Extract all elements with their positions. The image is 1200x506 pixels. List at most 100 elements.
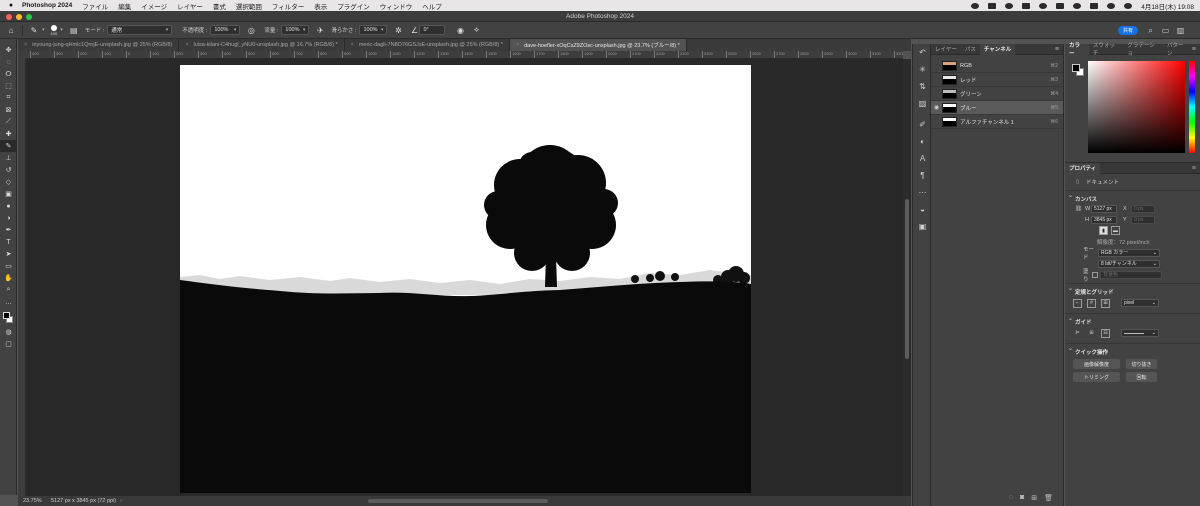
pressure-opacity-icon[interactable]: ◎ [246, 25, 256, 35]
quick-mask-icon[interactable]: ◍ [0, 326, 17, 338]
channel-row-alpha[interactable]: アルファチャンネル 1 ⌘6 [931, 115, 1063, 129]
rulers-grid-section-head[interactable]: 定規とグリッド [1065, 285, 1200, 296]
tab-color[interactable]: カラー [1065, 43, 1089, 57]
panel-menu-icon[interactable]: ≡ [1192, 46, 1196, 53]
close-tab-icon[interactable]: × [516, 42, 519, 48]
airbrush-icon[interactable]: ✈ [315, 25, 325, 35]
character-icon[interactable]: A [913, 150, 932, 167]
eyedropper-tool-icon[interactable]: ⟋ [0, 116, 17, 128]
link-icon[interactable]: ⛓ [1075, 206, 1085, 212]
brush-tool-icon[interactable]: ✎ [0, 140, 17, 152]
doc-tab-active[interactable]: × dave-hoefler-xOqCsZ9ZOsc-unsplash.jpg @… [509, 39, 687, 51]
paths-icon[interactable]: ▣ [913, 218, 932, 235]
search-icon[interactable]: ⌕ [1146, 26, 1155, 35]
chevron-down-icon[interactable]: ▾ [42, 27, 45, 33]
close-tab-icon[interactable]: × [185, 42, 188, 48]
width-input[interactable]: 5127 px [1091, 204, 1117, 213]
channel-row-rgb[interactable]: RGB ⌘2 [931, 59, 1063, 73]
color-picker-field[interactable] [1088, 61, 1185, 153]
menu-image[interactable]: イメージ [141, 1, 167, 11]
load-selection-icon[interactable]: ◌ [1009, 494, 1013, 502]
share-button[interactable]: 共有 [1118, 26, 1138, 35]
horizontal-scrollbar[interactable] [368, 499, 548, 503]
screen-record-icon[interactable] [988, 2, 997, 9]
brush-tool-preset-icon[interactable]: ✎ [29, 25, 39, 35]
eye-icon[interactable]: ◉ [931, 104, 942, 111]
quick-actions-section-head[interactable]: クイック操作 [1065, 345, 1200, 356]
wifi-icon[interactable] [1073, 2, 1082, 9]
app-menu[interactable]: Photoshop 2024 [22, 2, 72, 9]
portrait-orientation-icon[interactable]: ▮ [1099, 226, 1108, 235]
doc-tab[interactable]: × inyoung-jung-qHmlc1QrnjE-unsplash.jpg @… [18, 39, 180, 51]
fill-select[interactable]: 背景色 [1100, 270, 1162, 279]
guide-lock-icon[interactable]: ⊟ [1101, 328, 1110, 338]
mode-select[interactable]: 通常 ▾ [107, 25, 173, 35]
doc-tab[interactable]: × meric-dagli-7N8O76GSJsE-unsplash.jpg @ … [345, 39, 510, 51]
zoom-tool-icon[interactable]: ⌕ [0, 284, 17, 296]
symmetry-icon[interactable]: ⟡ [471, 25, 481, 35]
foreground-color-swatch[interactable] [3, 312, 10, 319]
menu-help[interactable]: ヘルプ [422, 1, 442, 11]
menu-type[interactable]: 書式 [213, 1, 226, 11]
menu-layer[interactable]: レイヤー [177, 1, 203, 11]
adjustments-icon[interactable]: ⇅ [913, 78, 932, 95]
opacity-input[interactable]: 100% ▾ [210, 25, 241, 35]
tab-patterns[interactable]: パターン [1163, 43, 1192, 57]
menu-edit[interactable]: 編集 [118, 1, 131, 11]
control-center-icon[interactable] [1090, 2, 1099, 9]
pressure-size-icon[interactable]: ◉ [455, 25, 465, 35]
history-icon[interactable]: ↶ [913, 44, 932, 61]
brush-size-picker[interactable]: 100 ▾ [51, 24, 63, 36]
guide-add-icon[interactable]: ⊞ [1087, 329, 1096, 338]
menu-view[interactable]: 表示 [314, 1, 327, 11]
canvas-area[interactable] [26, 59, 903, 496]
tab-paths[interactable]: パス [961, 44, 980, 55]
foreground-color-swatch[interactable] [1072, 64, 1080, 72]
move-tool-icon[interactable]: ✥ [0, 44, 17, 56]
crop-button[interactable]: 切り抜き [1126, 359, 1157, 369]
tab-channels[interactable]: チャンネル [979, 43, 1016, 55]
styles-icon[interactable]: ◒ [913, 201, 932, 218]
chevron-right-icon[interactable]: › [120, 498, 122, 504]
clock[interactable]: 4月18日(木) 19:08 [1141, 1, 1194, 11]
document-canvas[interactable] [180, 65, 751, 493]
menu-plugins[interactable]: プラグイン [337, 1, 370, 11]
spotlight-icon[interactable] [1107, 2, 1116, 9]
guide-layout-icon[interactable]: ⊫ [1073, 329, 1082, 338]
color-mode-select[interactable]: RGB カラー ⌄ [1098, 248, 1160, 257]
landscape-orientation-icon[interactable]: ▬ [1111, 226, 1120, 235]
gear-icon[interactable]: ✲ [393, 25, 403, 35]
menu-select[interactable]: 選択範囲 [236, 1, 262, 11]
brush-settings-icon[interactable]: ✐ [913, 116, 932, 133]
close-tab-icon[interactable]: × [351, 42, 354, 48]
close-tab-icon[interactable]: × [24, 42, 27, 48]
glyphs-icon[interactable]: ⋯ [913, 184, 932, 201]
channel-row-blue[interactable]: ◉ ブルー ⌘5 [931, 101, 1063, 115]
dropbox-icon[interactable] [1005, 2, 1014, 9]
clone-source-icon[interactable]: ◐ [913, 133, 932, 150]
ruler-origin[interactable] [18, 51, 26, 59]
panel-menu-icon[interactable]: ≡ [1055, 46, 1059, 53]
path-selection-tool-icon[interactable]: ➤ [0, 248, 17, 260]
screen-mode-icon[interactable]: ▢ [0, 338, 17, 350]
channel-row-green[interactable]: グリーン ⌘4 [931, 87, 1063, 101]
save-selection-icon[interactable]: ◙ [1020, 494, 1024, 502]
bluetooth-icon[interactable] [1022, 2, 1031, 9]
height-input[interactable]: 3845 px [1091, 215, 1117, 224]
more-tools-icon[interactable]: … [0, 296, 17, 308]
grid-icon[interactable]: # [1087, 298, 1096, 308]
type-tool-icon[interactable]: T [0, 236, 17, 248]
fill-swatch[interactable] [1092, 271, 1098, 278]
siri-icon[interactable] [1124, 2, 1133, 9]
bit-depth-select[interactable]: 8 bit/チャンネル ⌄ [1098, 259, 1160, 268]
vertical-scrollbar[interactable] [903, 59, 911, 496]
guides-grid-icon[interactable]: ⊞ [1101, 298, 1110, 308]
hue-slider[interactable] [1189, 61, 1195, 153]
apple-icon[interactable]: ● [4, 2, 18, 9]
x-input[interactable]: 0 px [1131, 204, 1155, 213]
doc-tab[interactable]: × luisa-kilani-C4hugl_yNU0-unsplash.jpg @… [179, 39, 345, 51]
hand-tool-icon[interactable]: ✋ [0, 272, 17, 284]
panel-menu-icon[interactable]: ≡ [1192, 165, 1196, 172]
menu-filter[interactable]: フィルター [272, 1, 304, 11]
clone-stamp-tool-icon[interactable]: ⊥ [0, 152, 17, 164]
